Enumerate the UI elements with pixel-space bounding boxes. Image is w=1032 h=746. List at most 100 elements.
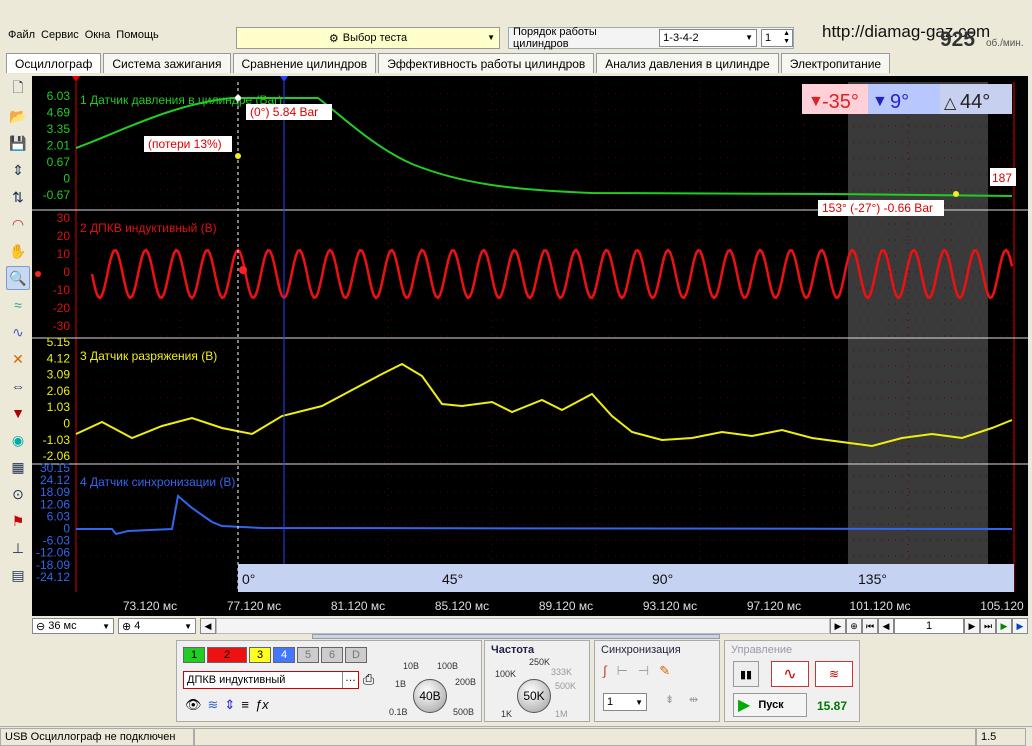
open-folder-icon[interactable]: 📂: [6, 104, 30, 128]
channel-1-tick: 6.03: [47, 89, 71, 103]
sync-channel-select[interactable]: 1 ▼: [603, 693, 647, 711]
cylinder-spinner-value: 1: [765, 32, 772, 44]
tab-cylinder-efficiency[interactable]: Эффективность работы цилиндров: [378, 53, 595, 73]
test-select[interactable]: ⚙ Выбор теста ▼: [236, 27, 500, 49]
pause-button[interactable]: ▮▮: [733, 661, 759, 687]
horizontal-scrollbar[interactable]: [216, 618, 830, 634]
menu-help[interactable]: Помощь: [116, 29, 159, 41]
lines-icon[interactable]: ≡: [241, 697, 249, 713]
grid-icon[interactable]: ▦: [6, 455, 30, 479]
last-page-button[interactable]: ⏭: [980, 618, 996, 634]
channel-button-2[interactable]: 2: [207, 647, 247, 663]
auto-scale-icon[interactable]: ⇕: [6, 158, 30, 182]
degree-tick-label: 0°: [242, 571, 255, 587]
wave-icon[interactable]: ≋: [208, 697, 219, 713]
noise-mode-button[interactable]: ≋: [815, 661, 853, 687]
timebase-select[interactable]: ⊖ 36 мс ▼: [32, 618, 114, 634]
time-tick-label: 93.120 мс: [643, 599, 697, 613]
channel-3-tick: 3.09: [47, 368, 71, 382]
channel-button-4[interactable]: 4: [273, 647, 295, 663]
channel-button-5[interactable]: 5: [297, 647, 319, 663]
play-icon: ▶: [738, 697, 751, 714]
channel-button-d[interactable]: D: [345, 647, 367, 663]
measure-wave-icon[interactable]: ⇔: [6, 374, 30, 398]
zoom-icon[interactable]: 🔍: [6, 266, 30, 290]
save-icon[interactable]: 💾: [6, 131, 30, 155]
rpm-unit: об./мин.: [986, 38, 1024, 49]
sine-mode-button[interactable]: ∿: [771, 661, 809, 687]
hand-pan-icon[interactable]: ✋: [6, 239, 30, 263]
function-icon[interactable]: ƒx: [255, 697, 269, 713]
eye-icon[interactable]: 👁: [185, 697, 202, 713]
left-toolbar: 🗋 📂 💾 ⇕ ⇅ ◠ ✋ 🔍 ≈ ∿ ✕ ⇔ ▼ ◉ ▦ ⊙ ⚑ ⊥ ▤: [4, 76, 32, 616]
new-file-icon[interactable]: 🗋: [6, 77, 30, 101]
sync-edge-buttons: ∫ ⊢ ⊣ ✎: [603, 663, 670, 679]
cylinder-order-select[interactable]: 1-3-4-2 ▼: [659, 29, 758, 47]
rising-step-icon[interactable]: ⊢: [617, 663, 628, 679]
highlight-region: [848, 82, 988, 564]
sensor-settings-icon[interactable]: ⎙: [363, 671, 374, 688]
scroll-left-button[interactable]: ◀: [200, 618, 216, 634]
tab-ignition[interactable]: Система зажигания: [103, 53, 231, 73]
auto-sync-icon[interactable]: ✎: [659, 663, 670, 679]
start-button[interactable]: ▶ Пуск: [733, 693, 807, 717]
tab-power[interactable]: Электропитание: [780, 53, 891, 73]
minus-icon: ⊖: [36, 620, 46, 633]
scroll-right-button[interactable]: ▶: [830, 618, 846, 634]
notes-icon[interactable]: ▤: [6, 563, 30, 587]
page-number[interactable]: 1: [894, 618, 964, 634]
oscilloscope-display[interactable]: 6.03 4.69 3.35 2.01 0.67 0 -0.67 1 Датчик давле…: [32, 76, 1028, 616]
zero-level-icon[interactable]: ⊥: [6, 536, 30, 560]
wave-tool-icon[interactable]: ≈: [6, 293, 30, 317]
marker-flag-icon[interactable]: ⚑: [6, 509, 30, 533]
scope-bottom-bar: ⊖ 36 мс ▼ ⊕ 4 ▼ ◀ ▶ ⊕ ⏮ ◀ 1 ▶ ⏭ ▶ ▶: [32, 617, 1028, 635]
cursor-2-point: [953, 191, 959, 197]
time-tick-label: 73.120 мс: [123, 599, 177, 613]
tab-cylinder-compare[interactable]: Сравнение цилиндров: [232, 53, 377, 73]
frequency-knob[interactable]: 50K: [517, 679, 551, 713]
cursor-measure-icon[interactable]: ⇅: [6, 185, 30, 209]
chevron-down-icon: ▼: [745, 33, 754, 42]
channel-button-3[interactable]: 3: [249, 647, 271, 663]
first-page-button[interactable]: ⏮: [862, 618, 878, 634]
spinner-arrows-icon: ▲ ▼: [783, 30, 790, 45]
cylinder-spinner[interactable]: 1 ▲ ▼: [761, 29, 793, 47]
arc-tool-icon[interactable]: ◠: [6, 212, 30, 236]
channel-2-tick: -10: [53, 283, 71, 297]
channel-select[interactable]: ⊕ 4 ▼: [118, 618, 196, 634]
rising-edge-icon[interactable]: ∫: [603, 663, 607, 679]
play-button[interactable]: ▶: [996, 618, 1012, 634]
prev-page-button[interactable]: ◀: [878, 618, 894, 634]
channel-2-tick: -30: [53, 319, 71, 333]
channel-button-6[interactable]: 6: [321, 647, 343, 663]
sensor-value: ДПКВ индуктивный: [187, 674, 286, 686]
menu-windows[interactable]: Окна: [85, 29, 111, 41]
falling-step-icon[interactable]: ⊣: [638, 663, 649, 679]
channel-3-tick: 4.12: [47, 351, 71, 365]
channel-2-left-marker: [35, 271, 41, 277]
zoom-in-button[interactable]: ⊕: [846, 618, 862, 634]
degree-tick-label: 90°: [652, 571, 673, 587]
sensor-select[interactable]: ДПКВ индуктивный …: [183, 671, 359, 689]
splitter-handle[interactable]: [312, 634, 720, 639]
tab-pressure-analysis[interactable]: Анализ давления в цилиндре: [596, 53, 779, 73]
menu-service[interactable]: Сервис: [41, 29, 79, 41]
loss-readout: (потери 13%): [148, 137, 222, 151]
filter-icon[interactable]: ▼: [6, 401, 30, 425]
voltage-knob[interactable]: 40В: [413, 679, 447, 713]
sync-shift-icon[interactable]: ⇹: [689, 693, 698, 706]
time-tick-label: 97.120 мс: [747, 599, 801, 613]
camera-icon[interactable]: ◉: [6, 428, 30, 452]
wave-tool-2-icon[interactable]: ∿: [6, 320, 30, 344]
sync-level-icon[interactable]: ⇟: [665, 693, 674, 706]
frequency-title: Частота: [491, 644, 535, 656]
play-forward-button[interactable]: ▶: [1012, 618, 1028, 634]
tab-oscilloscope[interactable]: Осциллограф: [6, 53, 102, 73]
next-page-button[interactable]: ▶: [964, 618, 980, 634]
angle-2-icon: ▼: [872, 93, 888, 110]
menu-file[interactable]: Файл: [8, 29, 35, 41]
cross-wave-icon[interactable]: ✕: [6, 347, 30, 371]
auto-icon[interactable]: ⊙: [6, 482, 30, 506]
channel-button-1[interactable]: 1: [183, 647, 205, 663]
vertical-arrows-icon[interactable]: ⇕: [224, 697, 235, 713]
